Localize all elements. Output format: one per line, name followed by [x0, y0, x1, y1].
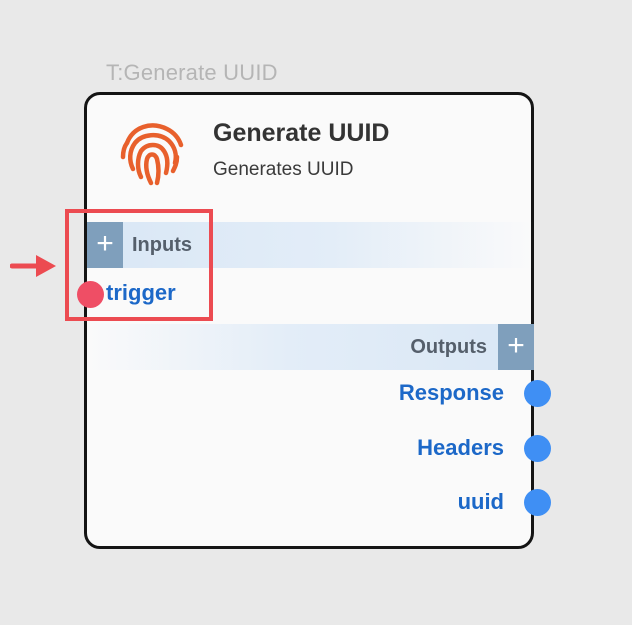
add-output-button[interactable]: +	[498, 324, 534, 370]
node-type-label: T:Generate UUID	[106, 60, 278, 85]
outputs-section-header: Outputs +	[87, 324, 534, 370]
headers-output-label: Headers	[417, 435, 504, 460]
arrow-right-icon	[10, 255, 56, 277]
uuid-output-port[interactable]	[524, 489, 551, 516]
annotation-highlight-box	[65, 209, 213, 321]
headers-output-port[interactable]	[524, 435, 551, 462]
response-output-label: Response	[398, 380, 504, 405]
fingerprint-icon	[120, 123, 184, 186]
node-title: Generate UUID	[213, 119, 390, 147]
node-subtitle: Generates UUID	[213, 159, 354, 180]
uuid-output-label: uuid	[457, 489, 504, 514]
outputs-label: Outputs	[410, 336, 487, 358]
response-output-port[interactable]	[524, 380, 551, 407]
